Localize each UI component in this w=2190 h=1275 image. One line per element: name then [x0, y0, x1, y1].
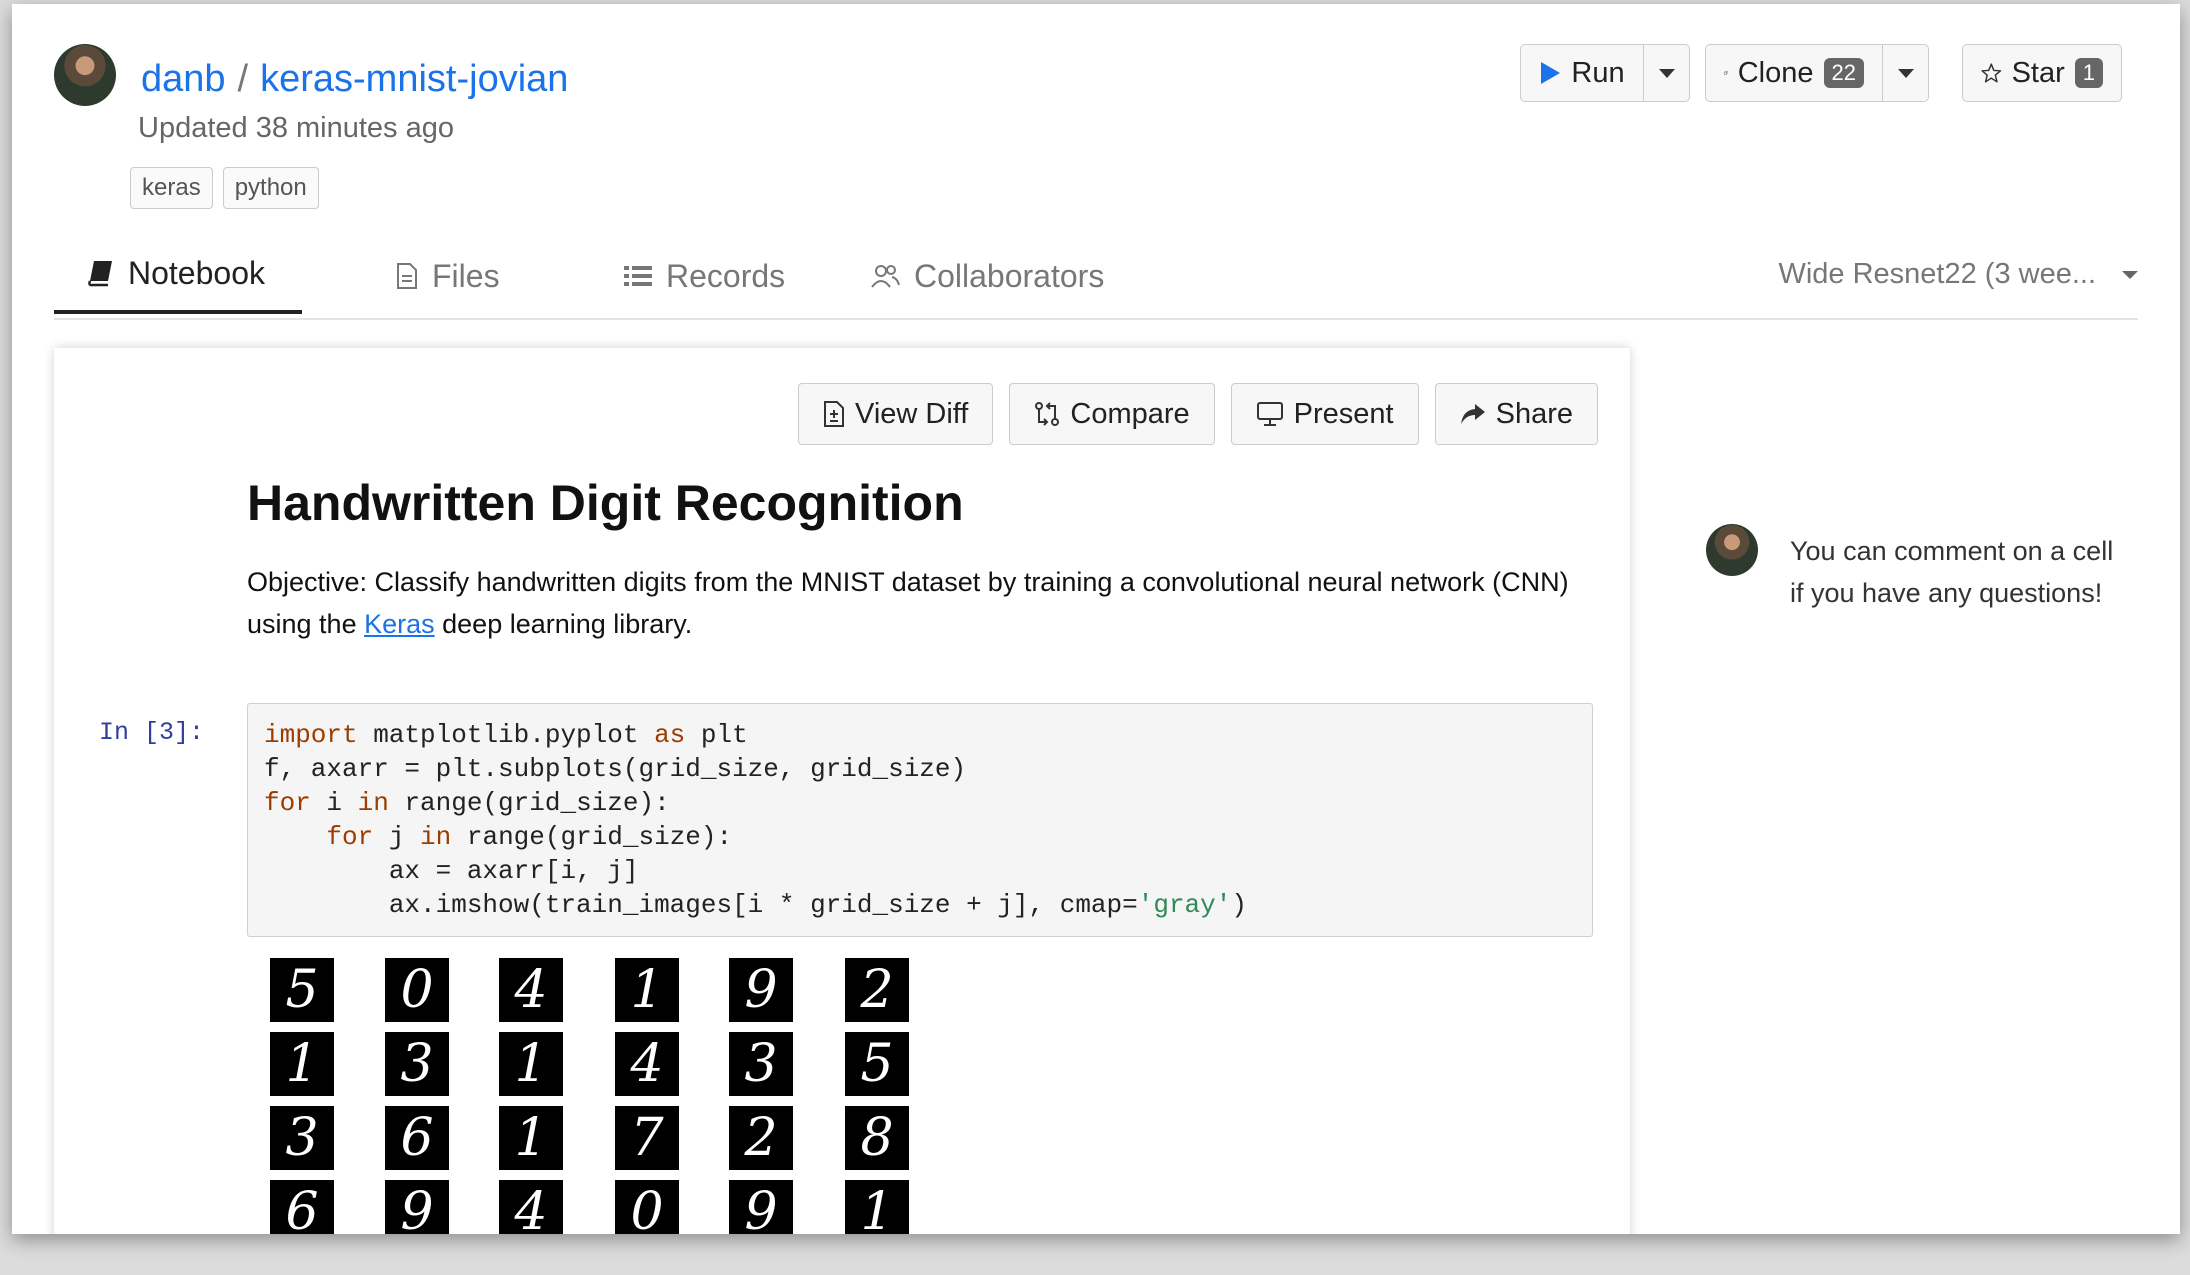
- star-count-badge: 1: [2074, 58, 2103, 88]
- run-label: Run: [1571, 56, 1625, 89]
- compare-label: Compare: [1070, 397, 1190, 430]
- share-button[interactable]: Share: [1434, 383, 1598, 445]
- star-group: Star 1: [1962, 44, 2122, 102]
- present-label: Present: [1293, 397, 1394, 430]
- clone-dropdown-button[interactable]: [1883, 44, 1929, 102]
- tag-list: keras python: [130, 167, 319, 209]
- owner-link[interactable]: danb: [141, 58, 226, 100]
- code-cell[interactable]: import matplotlib.pyplot as plt f, axarr …: [247, 703, 1593, 937]
- digit-image: 3: [385, 1032, 449, 1096]
- cell-prompt: In [3]:: [99, 718, 205, 747]
- present-button[interactable]: Present: [1230, 383, 1419, 445]
- avatar[interactable]: [54, 44, 116, 106]
- tab-files[interactable]: Files: [396, 236, 500, 316]
- chevron-down-icon: [1897, 68, 1914, 78]
- tab-collaborators[interactable]: Collaborators: [870, 236, 1104, 316]
- clone-label: Clone: [1737, 56, 1814, 89]
- digit-image: 2: [845, 958, 909, 1022]
- digit-image: 8: [845, 1106, 909, 1170]
- code-line: import matplotlib.pyplot as plt: [264, 720, 748, 750]
- digit-image: 0: [615, 1180, 679, 1234]
- book-icon: [88, 261, 112, 287]
- tab-label: Files: [432, 257, 500, 294]
- code-line: f, axarr = plt.subplots(grid_size, grid_…: [264, 754, 967, 784]
- digit-image: 3: [729, 1032, 793, 1096]
- tab-label: Notebook: [128, 254, 265, 291]
- compare-icon: [1035, 402, 1060, 426]
- digit-image: 9: [729, 1180, 793, 1234]
- tab-bar: Notebook Files Records Collaborators Wid…: [54, 236, 2138, 320]
- comment-avatar: [1706, 524, 1758, 576]
- description-text-end: deep learning library.: [434, 609, 693, 639]
- copy-icon: [1724, 71, 1728, 75]
- version-label: Wide Resnet22 (3 wee...: [1778, 258, 2096, 290]
- tab-label: Collaborators: [914, 257, 1105, 294]
- digit-image: 2: [729, 1106, 793, 1170]
- monitor-icon: [1256, 402, 1283, 426]
- notebook-panel: View Diff Compare Present Share Handwrit…: [54, 348, 1630, 1234]
- digit-image: 4: [499, 1180, 563, 1234]
- star-label: Star: [2011, 56, 2065, 89]
- file-icon: [397, 263, 417, 289]
- share-icon: [1460, 404, 1485, 424]
- digit-image: 5: [845, 1032, 909, 1096]
- chevron-down-icon: [2122, 270, 2138, 279]
- digit-image: 6: [270, 1180, 334, 1234]
- clone-count-badge: 22: [1823, 58, 1864, 88]
- view-diff-label: View Diff: [855, 397, 969, 430]
- digit-image: 6: [385, 1106, 449, 1170]
- digit-image: 4: [615, 1032, 679, 1096]
- diff-icon: [824, 401, 844, 427]
- run-dropdown-button[interactable]: [1644, 44, 1690, 102]
- code-line: ax = axarr[i, j]: [264, 856, 639, 886]
- clone-group: Clone 22: [1705, 44, 1929, 102]
- digit-image: 1: [615, 958, 679, 1022]
- list-icon: [624, 266, 652, 286]
- repo-link[interactable]: keras-mnist-jovian: [260, 58, 568, 100]
- app-window: danb / keras-mnist-jovian Updated 38 minut…: [12, 4, 2180, 1234]
- code-line: for i in range(grid_size):: [264, 788, 670, 818]
- digit-image: 5: [270, 958, 334, 1022]
- tag-python[interactable]: python: [222, 167, 319, 209]
- notebook-title: Handwritten Digit Recognition: [247, 475, 964, 531]
- digit-image: 1: [845, 1180, 909, 1234]
- digit-image: 7: [615, 1106, 679, 1170]
- clone-button[interactable]: Clone 22: [1705, 44, 1883, 102]
- keras-link[interactable]: Keras: [364, 609, 435, 639]
- tag-keras[interactable]: keras: [130, 167, 213, 209]
- digit-image: 1: [499, 1032, 563, 1096]
- repo-title: danb / keras-mnist-jovian: [141, 58, 568, 101]
- notebook-description: Objective: Classify handwritten digits f…: [247, 561, 1587, 645]
- tab-notebook[interactable]: Notebook: [54, 236, 302, 314]
- play-icon: [1541, 62, 1561, 84]
- chevron-down-icon: [1658, 68, 1675, 78]
- digit-image: 3: [270, 1106, 334, 1170]
- digit-image: 9: [385, 1180, 449, 1234]
- run-group: Run: [1520, 44, 1690, 102]
- path-separator: /: [237, 58, 249, 100]
- star-button[interactable]: Star 1: [1962, 44, 2122, 102]
- digit-image: 1: [270, 1032, 334, 1096]
- digit-image: 0: [385, 958, 449, 1022]
- notebook-toolbar: View Diff Compare Present Share: [798, 383, 1598, 445]
- users-icon: [871, 265, 900, 288]
- tab-records[interactable]: Records: [624, 236, 785, 316]
- version-selector[interactable]: Wide Resnet22 (3 wee...: [1778, 258, 2138, 291]
- digit-image: 4: [499, 958, 563, 1022]
- view-diff-button[interactable]: View Diff: [798, 383, 994, 445]
- compare-button[interactable]: Compare: [1009, 383, 1215, 445]
- tab-label: Records: [666, 257, 786, 294]
- code-line: for j in range(grid_size):: [326, 822, 733, 852]
- share-label: Share: [1495, 397, 1573, 430]
- comment-hint: You can comment on a cell if you have an…: [1790, 536, 2114, 608]
- code-line: ax.imshow(train_images[i * grid_size + j…: [264, 890, 1247, 920]
- run-button[interactable]: Run: [1520, 44, 1644, 102]
- digit-image: 9: [729, 958, 793, 1022]
- star-icon: [1981, 63, 2002, 83]
- digit-image: 1: [499, 1106, 563, 1170]
- updated-time: Updated 38 minutes ago: [138, 112, 454, 144]
